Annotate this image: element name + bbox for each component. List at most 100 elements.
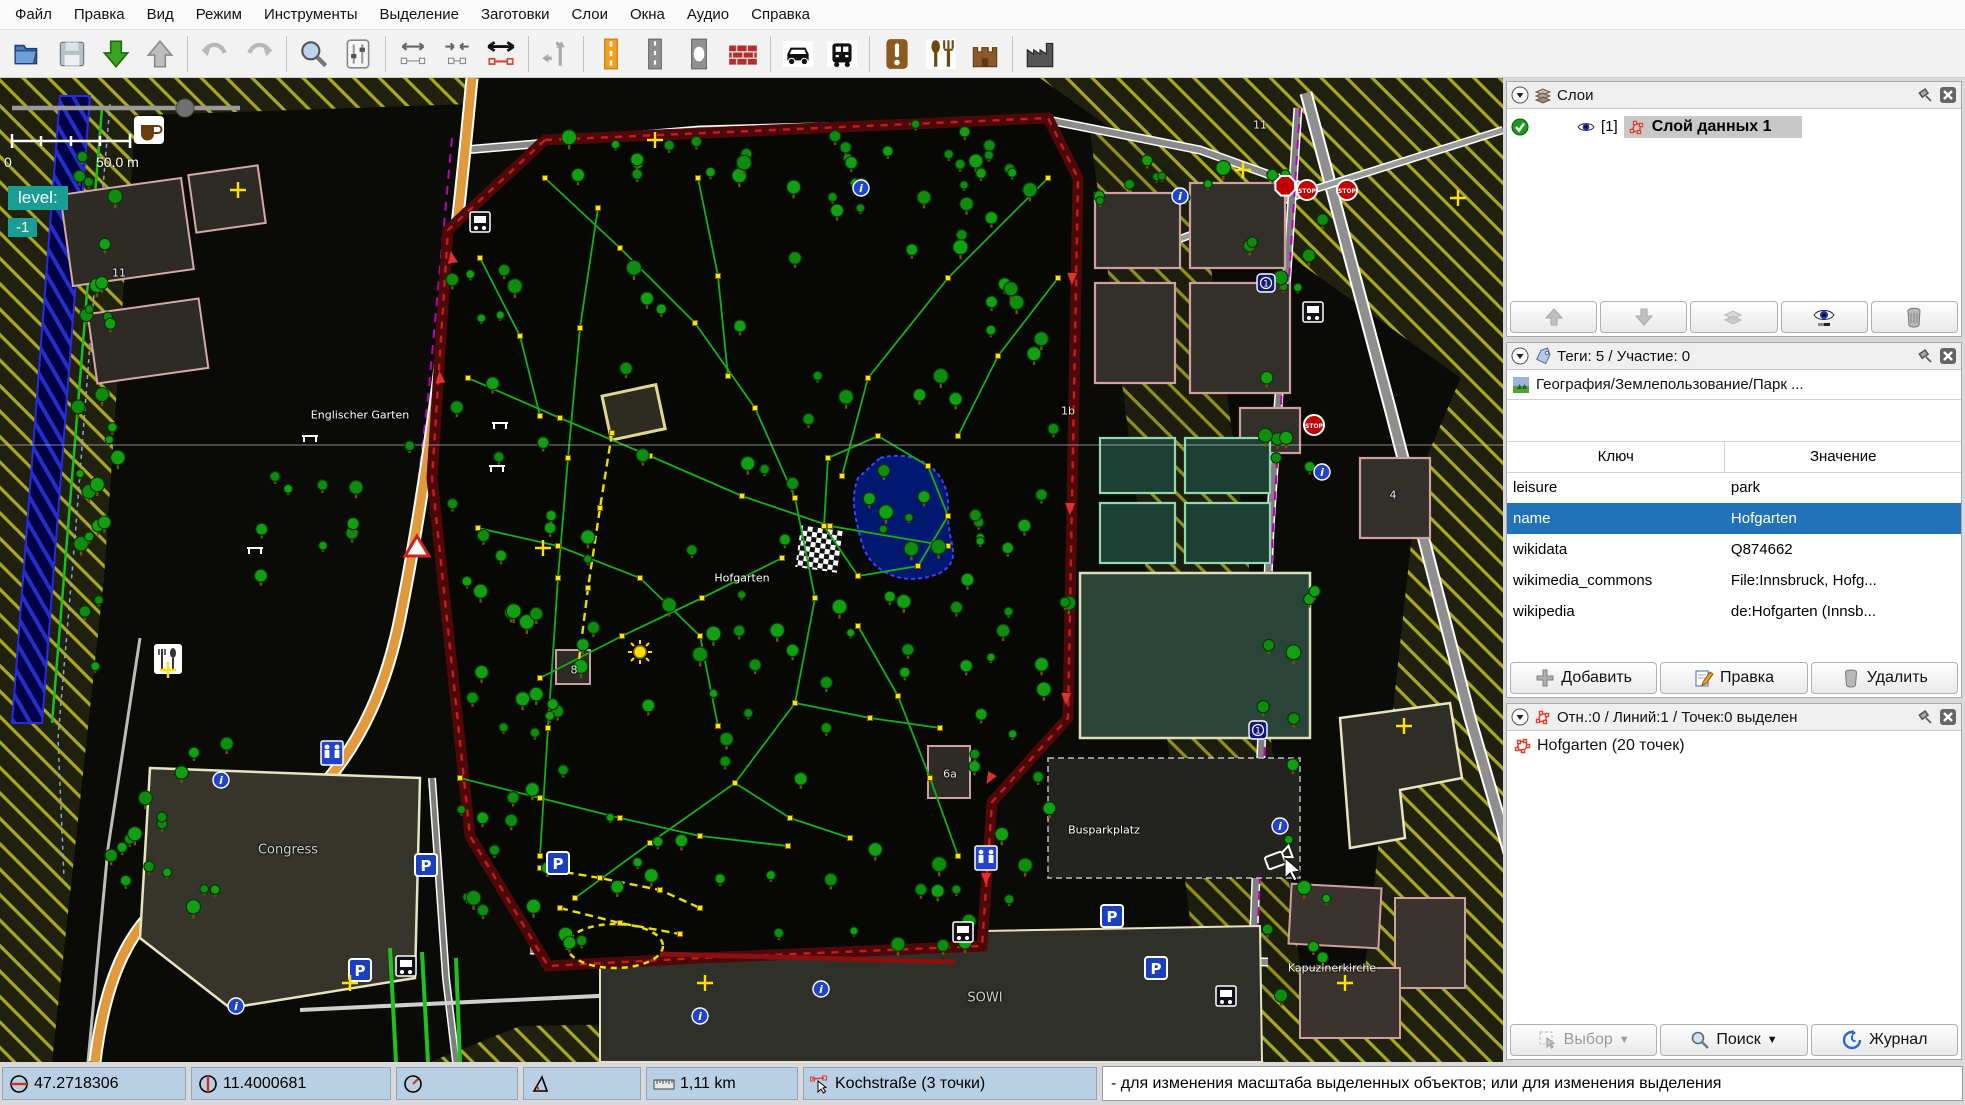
close-icon[interactable] <box>1939 86 1957 104</box>
route-shield-icon: 1 <box>1256 273 1276 293</box>
delete-tag-button[interactable]: Удалить <box>1810 662 1958 694</box>
svg-text:i: i <box>234 1000 238 1013</box>
wall-button[interactable] <box>721 33 765 75</box>
car-icon <box>783 40 813 67</box>
save-button[interactable] <box>50 33 94 75</box>
menu-8[interactable]: Окна <box>619 0 676 30</box>
open-file-button[interactable] <box>6 33 50 75</box>
collapse-icon[interactable] <box>1511 708 1529 726</box>
works-button[interactable] <box>1018 33 1062 75</box>
menu-9[interactable]: Аудио <box>676 0 740 30</box>
layer-show-hide-button[interactable] <box>1780 301 1868 333</box>
menu-10[interactable]: Справка <box>740 0 821 30</box>
extrude-mode-button[interactable] <box>479 33 523 75</box>
car-button[interactable] <box>776 33 820 75</box>
menu-6[interactable]: Заготовки <box>470 0 561 30</box>
upload-data-button[interactable] <box>138 33 182 75</box>
menu-3[interactable]: Режим <box>185 0 253 30</box>
layers-panel: Слои [1] Слой данных 1 <box>1506 81 1962 337</box>
redo-button[interactable] <box>237 33 281 75</box>
preset-row[interactable]: География/Землепользование/Парк ... <box>1507 370 1961 400</box>
selection-mode-button[interactable]: Выбор ▼ <box>1510 1024 1658 1056</box>
crossing-button[interactable] <box>677 33 721 75</box>
menu-bar: Файл Правка Вид Режим Инструменты Выделение За… <box>0 0 1965 30</box>
menu-2[interactable]: Вид <box>136 0 185 30</box>
map-label: Congress <box>257 842 319 858</box>
layer-active-check-icon[interactable] <box>1511 118 1529 136</box>
add-tag-button[interactable]: Добавить <box>1510 662 1658 694</box>
tag-row[interactable]: wikidata Q874662 <box>1507 534 1961 565</box>
bus-stop-icon <box>1302 301 1324 323</box>
menu-5[interactable]: Выделение <box>368 0 469 30</box>
redo-icon <box>247 42 273 56</box>
pin-icon[interactable] <box>1916 347 1934 365</box>
map-canvas[interactable]: STOP STOP STOP PPPPP iiiiiiii 1 1 Englis… <box>0 78 1503 1062</box>
upload-data-icon <box>146 39 174 68</box>
toolbar-separator <box>1012 35 1013 72</box>
info-icon: i <box>1313 463 1331 481</box>
close-icon[interactable] <box>1939 347 1957 365</box>
selected-object-label: Hofgarten (20 точек) <box>1537 737 1685 754</box>
bus-button[interactable] <box>820 33 864 75</box>
menu-0[interactable]: Файл <box>4 0 63 30</box>
save-icon <box>59 41 85 66</box>
tag-row[interactable]: leisure park <box>1507 472 1961 503</box>
scale-end-label: 50.0 m <box>96 154 139 170</box>
layer-merge-button[interactable] <box>1690 301 1778 333</box>
castle-button[interactable] <box>963 33 1007 75</box>
edit-tag-button[interactable]: Правка <box>1660 662 1808 694</box>
right-sidebar: Слои [1] Слой данных 1 Теги: 5 / Участие… <box>1503 78 1965 1062</box>
restaurant-button[interactable] <box>919 33 963 75</box>
undo-button[interactable] <box>193 33 237 75</box>
layer-visible-eye-icon[interactable] <box>1577 118 1595 136</box>
layer-move-up-button[interactable] <box>1510 301 1598 333</box>
parking-icon: P <box>1100 904 1124 928</box>
map-label: Englischer Garten <box>310 408 410 422</box>
tags-panel-title: Теги: 5 / Участие: 0 <box>1557 347 1691 365</box>
selected-object-item[interactable]: Hofgarten (20 точек) <box>1507 731 1961 761</box>
zoom-button[interactable] <box>292 33 336 75</box>
menu-1[interactable]: Правка <box>63 0 136 30</box>
park-preset-icon <box>1512 376 1530 394</box>
menu-7[interactable]: Слои <box>560 0 618 30</box>
collapse-icon[interactable] <box>1511 347 1529 365</box>
history-button[interactable]: Журнал <box>1810 1024 1958 1056</box>
search-button[interactable]: Поиск ▼ <box>1660 1024 1808 1056</box>
layer-row[interactable]: [1] Слой данных 1 <box>1507 113 1961 140</box>
download-data-button[interactable] <box>94 33 138 75</box>
map-label: 6a <box>943 767 957 781</box>
closed-way-icon <box>1513 737 1531 755</box>
heading-icon <box>404 1074 422 1093</box>
zoom-icon <box>301 40 328 67</box>
toolbar-separator <box>286 35 287 72</box>
svg-text:i: i <box>819 983 823 996</box>
bench-icon <box>247 547 263 554</box>
merge-nodes-button[interactable] <box>435 33 479 75</box>
attraction-button[interactable] <box>875 33 919 75</box>
selection-panel-title: Отн.:0 / Линий:1 / Точек:0 выделен <box>1557 708 1798 726</box>
motorway-button[interactable] <box>589 33 633 75</box>
stop-sign-icon <box>1274 174 1297 197</box>
tag-row[interactable]: wikimedia_commons File:Innsbruck, Hofg... <box>1507 565 1961 596</box>
menu-4[interactable]: Инструменты <box>253 0 369 30</box>
distribute-nodes-button[interactable] <box>391 33 435 75</box>
turn-restriction-button[interactable] <box>534 33 578 75</box>
map-label: 11 <box>1253 118 1267 132</box>
layer-move-down-button[interactable] <box>1600 301 1688 333</box>
close-icon[interactable] <box>1939 708 1957 726</box>
svg-text:i: i <box>1320 466 1324 479</box>
heading-cell <box>396 1067 518 1100</box>
toilets-icon <box>974 845 998 871</box>
road-button[interactable] <box>633 33 677 75</box>
josm-window: Файл Правка Вид Режим Инструменты Выделение За… <box>0 0 1965 1105</box>
collapse-icon[interactable] <box>1511 86 1529 104</box>
map-label: 1b <box>1061 404 1075 418</box>
tag-row-selected[interactable]: name Hofgarten <box>1507 503 1961 534</box>
preferences-button[interactable] <box>336 33 380 75</box>
pin-icon[interactable] <box>1916 708 1934 726</box>
pin-icon[interactable] <box>1916 86 1934 104</box>
layer-delete-button[interactable] <box>1870 301 1959 333</box>
road-icon <box>648 38 662 69</box>
tag-row[interactable]: wikipedia de:Hofgarten (Innsb... <box>1507 596 1961 627</box>
membership-list[interactable] <box>1507 400 1961 442</box>
